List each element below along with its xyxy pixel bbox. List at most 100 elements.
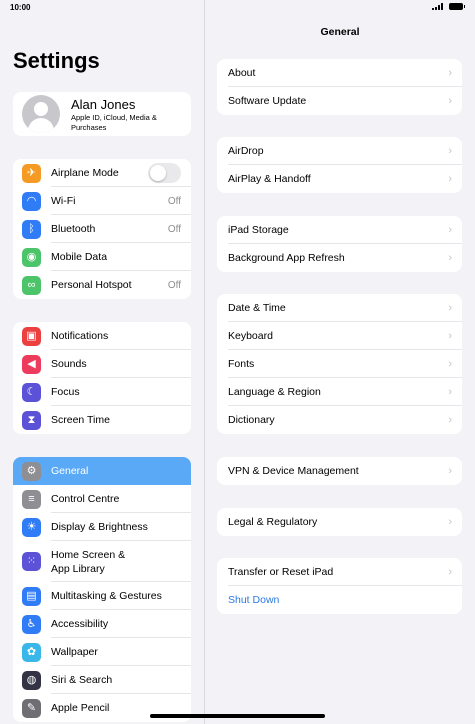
chevron-right-icon: › — [448, 302, 452, 314]
pencil-icon: ✎ — [22, 698, 41, 718]
row-transfer-or-reset-ipad[interactable]: Transfer or Reset iPad › — [217, 558, 462, 586]
row-airdrop[interactable]: AirDrop › — [217, 137, 462, 165]
settings-group: About › Software Update › — [217, 59, 462, 115]
row-vpn-and-device-management[interactable]: VPN & Device Management › — [217, 457, 462, 485]
sidebar-item-focus[interactable]: ☾ Focus — [13, 378, 191, 406]
settings-group: Legal & Regulatory › — [217, 508, 462, 536]
status-value: Off — [167, 279, 181, 291]
sidebar-item-label: Display & Brightness — [51, 521, 148, 533]
sidebar-item-label: Control Centre — [51, 493, 120, 505]
row-label: Legal & Regulatory — [228, 516, 318, 528]
airplane-mode-toggle[interactable] — [148, 163, 181, 183]
speaker-icon: ◀ — [22, 354, 41, 374]
row-airplay-and-handoff[interactable]: AirPlay & Handoff › — [217, 165, 462, 193]
settings-group: AirDrop › AirPlay & Handoff › — [217, 137, 462, 193]
sidebar-item-wi-fi[interactable]: ◠ Wi-Fi Off — [13, 187, 191, 215]
sidebar-item-personal-hotspot[interactable]: ∞ Personal Hotspot Off — [13, 271, 191, 299]
notifications-group: ▣ Notifications ◀ Sounds ☾ Focus ⧗ Screen Time — [13, 322, 191, 434]
bluetooth-icon: ᛒ — [22, 219, 41, 239]
sidebar-item-mobile-data[interactable]: ◉ Mobile Data — [13, 243, 191, 271]
chevron-right-icon: › — [448, 95, 452, 107]
sidebar-item-label: Screen Time — [51, 414, 110, 426]
sidebar-item-label-line1: Home Screen & — [51, 548, 126, 561]
sidebar-item-general[interactable]: ⚙ General — [13, 457, 191, 485]
sidebar-item-home-screen-and-app-library[interactable]: ⁙ Home Screen & App Library — [13, 541, 191, 582]
row-background-app-refresh[interactable]: Background App Refresh › — [217, 244, 462, 272]
sidebar-item-label: Sounds — [51, 358, 87, 370]
page-title: General — [320, 26, 360, 38]
row-label: Software Update — [228, 95, 307, 107]
row-legal-and-regulatory[interactable]: Legal & Regulatory › — [217, 508, 462, 536]
status-time: 10:00 — [10, 3, 31, 12]
profile-subtitle: Apple ID, iCloud, Media & Purchases — [71, 113, 157, 132]
row-dictionary[interactable]: Dictionary › — [217, 406, 462, 434]
connectivity-group: ✈ Airplane Mode ◠ Wi-Fi Off ᛒ Bluetooth Off ◉ Mob… — [13, 159, 191, 299]
sidebar-item-airplane-mode[interactable]: ✈ Airplane Mode — [13, 159, 191, 187]
sidebar-item-label: Home Screen & App Library — [51, 548, 125, 576]
sidebar-item-multitasking-and-gestures[interactable]: ▤ Multitasking & Gestures — [13, 582, 191, 610]
general-group: ⚙ General ≡ Control Centre ☀ Display & Bright… — [13, 457, 191, 722]
home-indicator[interactable] — [150, 714, 325, 718]
row-label: About — [228, 67, 256, 79]
sun-icon: ☀ — [22, 517, 41, 537]
row-date-and-time[interactable]: Date & Time › — [217, 294, 462, 322]
link-icon: ∞ — [22, 275, 41, 295]
sidebar-item-display-and-brightness[interactable]: ☀ Display & Brightness — [13, 513, 191, 541]
flower-icon: ✿ — [22, 642, 41, 662]
sidebar-item-screen-time[interactable]: ⧗ Screen Time — [13, 406, 191, 434]
avatar — [22, 95, 60, 133]
sidebar-item-sounds[interactable]: ◀ Sounds — [13, 350, 191, 378]
sidebar-item-label-line2: App Library — [51, 562, 105, 575]
row-language-and-region[interactable]: Language & Region › — [217, 378, 462, 406]
chevron-right-icon: › — [448, 224, 452, 236]
wifi-icon: ◠ — [22, 191, 41, 211]
detail-pane: General About › Software Update › AirDrop › Ai… — [205, 0, 475, 724]
row-label: AirDrop — [228, 145, 264, 157]
row-label: Transfer or Reset iPad — [228, 566, 334, 578]
sidebar-item-notifications[interactable]: ▣ Notifications — [13, 322, 191, 350]
antenna-icon: ◉ — [22, 247, 41, 267]
sidebar-item-label: Notifications — [51, 330, 109, 342]
chevron-right-icon: › — [448, 516, 452, 528]
row-label: VPN & Device Management — [228, 465, 359, 477]
airplane-icon: ✈ — [22, 163, 41, 183]
settings-group: VPN & Device Management › — [217, 457, 462, 485]
row-about[interactable]: About › — [217, 59, 462, 87]
sidebar-item-wallpaper[interactable]: ✿ Wallpaper — [13, 638, 191, 666]
settings-group: Date & Time › Keyboard › Fonts › Language & Re… — [217, 294, 462, 434]
gear-icon: ⚙ — [22, 461, 41, 481]
chevron-right-icon: › — [448, 566, 452, 578]
row-label: Keyboard — [228, 330, 273, 342]
bell-icon: ▣ — [22, 326, 41, 346]
row-label: iPad Storage — [228, 224, 289, 236]
sidebar-item-accessibility[interactable]: ♿ Accessibility — [13, 610, 191, 638]
sidebar-item-label: Wallpaper — [51, 646, 98, 658]
hourglass-icon: ⧗ — [22, 410, 41, 430]
moon-icon: ☾ — [22, 382, 41, 402]
sidebar-item-label: Apple Pencil — [51, 702, 110, 714]
row-ipad-storage[interactable]: iPad Storage › — [217, 216, 462, 244]
grid-icon: ⁙ — [22, 552, 41, 571]
sidebar-item-label: General — [51, 465, 89, 477]
accessibility-icon: ♿ — [22, 614, 41, 634]
sidebar-item-label: Airplane Mode — [51, 167, 119, 179]
sidebar: Settings Alan Jones Apple ID, iCloud, Me… — [0, 0, 205, 724]
sidebar-item-label: Multitasking & Gestures — [51, 590, 162, 602]
status-bar: 10:00 — [0, 0, 475, 18]
signal-icon — [432, 3, 443, 10]
action-shut-down[interactable]: Shut Down — [217, 586, 462, 614]
row-label: Date & Time — [228, 302, 286, 314]
sidebar-item-label: Mobile Data — [51, 251, 108, 263]
row-fonts[interactable]: Fonts › — [217, 350, 462, 378]
chevron-right-icon: › — [448, 465, 452, 477]
sidebar-item-bluetooth[interactable]: ᛒ Bluetooth Off — [13, 215, 191, 243]
sidebar-item-siri-and-search[interactable]: ◍ Siri & Search — [13, 666, 191, 694]
row-label: Shut Down — [228, 594, 280, 606]
sidebar-item-label: Accessibility — [51, 618, 109, 630]
row-keyboard[interactable]: Keyboard › — [217, 322, 462, 350]
profile-card[interactable]: Alan Jones Apple ID, iCloud, Media & Pur… — [13, 92, 191, 136]
chevron-right-icon: › — [448, 145, 452, 157]
sidebar-item-control-centre[interactable]: ≡ Control Centre — [13, 485, 191, 513]
profile-name: Alan Jones — [71, 97, 136, 112]
row-software-update[interactable]: Software Update › — [217, 87, 462, 115]
